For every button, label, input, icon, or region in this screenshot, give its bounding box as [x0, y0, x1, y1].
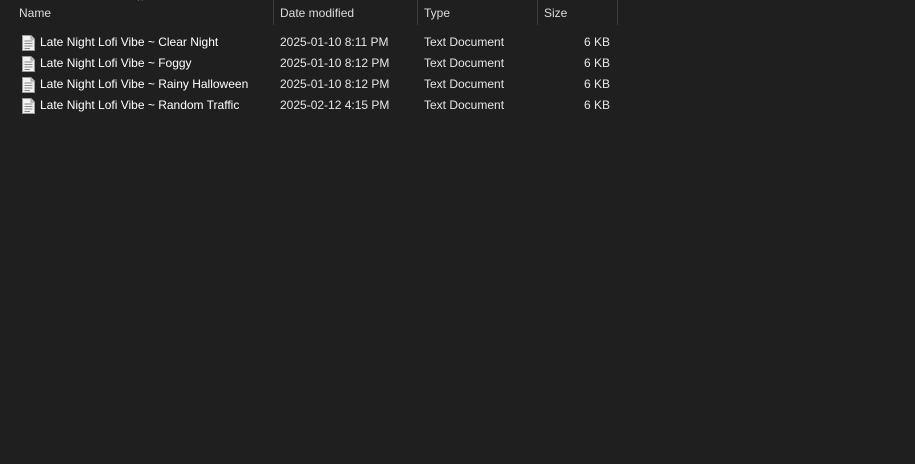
- file-date-modified: 2025-01-10 8:11 PM: [280, 35, 389, 49]
- text-document-icon: [22, 97, 35, 114]
- file-row[interactable]: Late Night Lofi Vibe ~ Clear Night 2025-…: [0, 32, 915, 53]
- column-header-date-modified[interactable]: Date modified: [274, 0, 417, 27]
- file-row[interactable]: Late Night Lofi Vibe ~ Random Traffic 20…: [0, 95, 915, 116]
- column-header-size-label: Size: [544, 6, 568, 20]
- column-header-type[interactable]: Type: [418, 0, 537, 27]
- file-list: Late Night Lofi Vibe ~ Clear Night 2025-…: [0, 32, 915, 116]
- column-header-name-label: Name: [19, 6, 52, 20]
- text-document-icon: [22, 34, 35, 51]
- file-date-modified: 2025-01-10 8:12 PM: [280, 56, 390, 70]
- file-name-cell[interactable]: Late Night Lofi Vibe ~ Clear Night: [22, 32, 270, 53]
- file-name: Late Night Lofi Vibe ~ Foggy: [40, 56, 192, 70]
- file-date-modified: 2025-02-12 4:15 PM: [280, 98, 390, 112]
- file-size: 6 KB: [583, 35, 610, 49]
- column-header-name[interactable]: Name: [13, 0, 273, 27]
- file-type: Text Document: [424, 98, 505, 112]
- file-name: Late Night Lofi Vibe ~ Rainy Halloween: [40, 77, 249, 91]
- column-header-type-label: Type: [424, 6, 451, 20]
- file-explorer-details-view: Name ^ Date modified Type Size Late Nigh…: [0, 0, 915, 464]
- file-size: 6 KB: [583, 98, 610, 112]
- text-document-icon: [22, 76, 35, 93]
- file-type: Text Document: [424, 56, 505, 70]
- file-size: 6 KB: [583, 56, 610, 70]
- column-divider[interactable]: [617, 0, 618, 25]
- sort-ascending-icon: ^: [138, 0, 143, 7]
- file-name-cell[interactable]: Late Night Lofi Vibe ~ Foggy: [22, 53, 270, 74]
- column-header-bar: Name ^ Date modified Type Size: [0, 0, 915, 27]
- file-name-cell[interactable]: Late Night Lofi Vibe ~ Random Traffic: [22, 95, 270, 116]
- column-header-size[interactable]: Size: [538, 0, 617, 27]
- text-document-icon: [22, 55, 35, 72]
- file-row[interactable]: Late Night Lofi Vibe ~ Foggy 2025-01-10 …: [0, 53, 915, 74]
- file-row[interactable]: Late Night Lofi Vibe ~ Rainy Halloween 2…: [0, 74, 915, 95]
- file-type: Text Document: [424, 77, 505, 91]
- file-size: 6 KB: [583, 77, 610, 91]
- file-name-cell[interactable]: Late Night Lofi Vibe ~ Rainy Halloween: [22, 74, 270, 95]
- file-name: Late Night Lofi Vibe ~ Clear Night: [40, 35, 219, 49]
- column-header-date-label: Date modified: [280, 6, 355, 20]
- file-name: Late Night Lofi Vibe ~ Random Traffic: [40, 98, 240, 112]
- file-date-modified: 2025-01-10 8:12 PM: [280, 77, 390, 91]
- file-type: Text Document: [424, 35, 505, 49]
